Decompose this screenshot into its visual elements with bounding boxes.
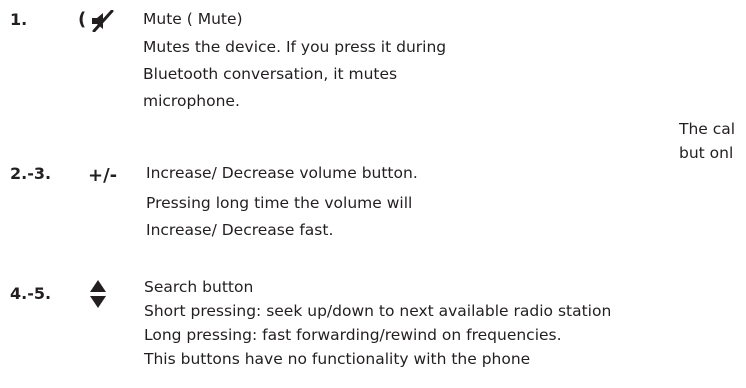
search-desc-line-3: This buttons have no functionality with …: [144, 350, 531, 368]
mute-desc-line-3: microphone.: [143, 92, 240, 110]
up-down-arrows-icon: [87, 278, 109, 310]
side-text-line-1: The cal: [679, 120, 736, 138]
mute-desc-line-2: Bluetooth conversation, it mutes: [143, 65, 398, 83]
mute-title: Mute ( Mute): [143, 10, 243, 28]
mute-speaker-icon: [88, 10, 116, 32]
item-number-4-5: 4.-5.: [10, 284, 52, 303]
item-number-2-3: 2.-3.: [10, 164, 52, 183]
mute-desc-line-1: Mutes the device. If you press it during: [143, 38, 447, 56]
volume-desc-line-2: Increase/ Decrease fast.: [146, 221, 334, 239]
search-desc-line-2: Long pressing: fast forwarding/rewind on…: [144, 326, 562, 344]
search-desc-line-1: Short pressing: seek up/down to next ava…: [144, 302, 612, 320]
manual-page: 1. ( Mute ( Mute) Mutes the device. If y…: [0, 0, 746, 388]
plus-minus-symbol: +/-: [88, 165, 118, 186]
volume-desc-line-1: Pressing long time the volume will: [146, 194, 413, 212]
mute-open-paren: (: [78, 9, 87, 30]
item-number-1: 1.: [10, 10, 28, 29]
volume-title: Increase/ Decrease volume button.: [146, 164, 418, 182]
side-text-line-2: but onl: [679, 144, 734, 162]
search-title: Search button: [144, 278, 254, 296]
